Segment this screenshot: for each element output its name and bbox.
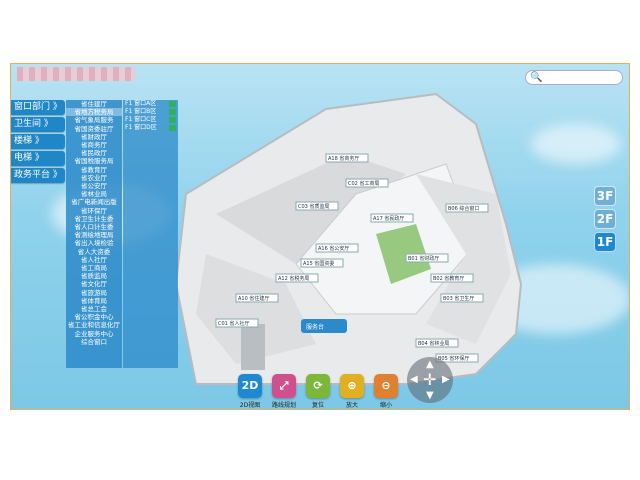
stairwell xyxy=(241,324,265,370)
room-label: A12 省税务局 xyxy=(278,275,309,282)
room-label: C01 省人社厅 xyxy=(218,320,249,327)
menu-item-restrooms[interactable]: 卫生间 》 xyxy=(11,117,65,132)
status-badge xyxy=(169,125,176,131)
department-item[interactable]: 省总工会 xyxy=(66,305,122,313)
department-item[interactable]: 省公安厅 xyxy=(66,182,122,190)
department-item[interactable]: 省民政厅 xyxy=(66,149,122,157)
view-2d-icon: 2D xyxy=(238,374,262,398)
window-item[interactable]: F1 窗口C区 xyxy=(123,116,178,124)
reset-button[interactable]: ⟳ 复位 xyxy=(301,374,335,409)
department-item[interactable]: 省环保厅 xyxy=(66,207,122,215)
move-icon: ✛ xyxy=(423,370,437,389)
window-list: F1 窗口A区 F1 窗口B区 F1 窗口C区 F1 窗口D区 xyxy=(123,100,178,368)
room-label: A10 省住建厅 xyxy=(238,295,269,302)
tool-label: 放大 xyxy=(345,402,358,409)
background-cloud xyxy=(531,124,621,164)
department-item[interactable]: 省林业局 xyxy=(66,190,122,198)
window-item-label: F1 窗口D区 xyxy=(125,124,157,131)
department-item[interactable]: 省气象局服务 xyxy=(66,116,122,124)
department-item[interactable]: 省商务厅 xyxy=(66,141,122,149)
pan-control[interactable]: ▲ ▼ ◀ ▶ ✛ xyxy=(407,357,453,403)
department-item[interactable]: 省工商局 xyxy=(66,264,122,272)
department-item[interactable]: 省卫生计生委 xyxy=(66,215,122,223)
room-label: C02 省工商局 xyxy=(348,180,379,187)
department-item[interactable]: 省文化厅 xyxy=(66,280,122,288)
department-item[interactable]: 省住建厅 xyxy=(66,100,122,108)
room-label: B06 综合窗口 xyxy=(448,205,479,212)
search-icon: 🔍 xyxy=(530,72,543,83)
department-item[interactable]: 省广电新闻出版 xyxy=(66,198,122,206)
room-label: A15 省国资委 xyxy=(303,260,334,267)
department-item[interactable]: 省财政厅 xyxy=(66,133,122,141)
department-item[interactable]: 省教育厅 xyxy=(66,166,122,174)
room-label: A18 省商务厅 xyxy=(328,155,359,162)
department-item[interactable]: 省地方税务局 xyxy=(66,108,122,117)
category-menu: 窗口部门 》 卫生间 》 楼梯 》 电梯 》 政务平台 》 xyxy=(11,100,65,185)
department-item[interactable]: 省人社厅 xyxy=(66,256,122,264)
department-item[interactable]: 省国资委驻厅 xyxy=(66,125,122,133)
department-item[interactable]: 省人大资委 xyxy=(66,248,122,256)
route-icon: ⤢ xyxy=(272,374,296,398)
room-label: B02 省教育厅 xyxy=(433,275,464,282)
room-label: B04 省林业局 xyxy=(418,340,449,347)
arrow-left-icon[interactable]: ◀ xyxy=(410,374,418,385)
department-item[interactable]: 省体育局 xyxy=(66,297,122,305)
window-item[interactable]: F1 窗口B区 xyxy=(123,108,178,116)
zoom-out-button[interactable]: ⊖ 缩小 xyxy=(369,374,403,409)
department-item[interactable]: 省国税服务局 xyxy=(66,157,122,165)
arrow-down-icon[interactable]: ▼ xyxy=(426,390,434,401)
window-item-label: F1 窗口C区 xyxy=(125,116,157,123)
status-badge xyxy=(169,109,176,115)
window-item-label: F1 窗口B区 xyxy=(125,108,157,115)
floor-map[interactable]: 服务台 A10 省住建厅 A12 省税务局 A15 省国资委 A16 省公安厅 … xyxy=(176,84,531,404)
arrow-right-icon[interactable]: ▶ xyxy=(442,374,450,385)
arrow-up-icon[interactable]: ▲ xyxy=(426,359,434,370)
tool-label: 复位 xyxy=(311,402,324,409)
service-desk-label: 服务台 xyxy=(306,323,324,331)
menu-item-elevators[interactable]: 电梯 》 xyxy=(11,151,65,166)
status-badge xyxy=(169,101,176,107)
room-label: B01 省财政厅 xyxy=(408,255,439,262)
floor-button-2f[interactable]: 2F xyxy=(594,209,616,229)
department-item[interactable]: 省人口计生委 xyxy=(66,223,122,231)
department-item[interactable]: 省出入境检验 xyxy=(66,239,122,247)
zoom-out-icon: ⊖ xyxy=(374,374,398,398)
department-item[interactable]: 省工业和信息化厅 xyxy=(66,321,122,329)
view-2d-button[interactable]: 2D 2D视图 xyxy=(233,374,267,409)
room-label: A16 省公安厅 xyxy=(318,245,349,252)
window-item[interactable]: F1 窗口A区 xyxy=(123,100,178,108)
window-item[interactable]: F1 窗口D区 xyxy=(123,124,178,132)
department-item[interactable]: 省旅游局 xyxy=(66,289,122,297)
menu-item-platform[interactable]: 政务平台 》 xyxy=(11,168,65,183)
route-button[interactable]: ⤢ 路线规划 xyxy=(267,374,301,409)
app-title-blurred xyxy=(17,67,135,81)
menu-item-windows[interactable]: 窗口部门 》 xyxy=(11,100,65,115)
room-label: B03 省卫生厅 xyxy=(443,295,474,302)
zoom-in-button[interactable]: ⊕ 放大 xyxy=(335,374,369,409)
reset-icon: ⟳ xyxy=(306,374,330,398)
tool-label: 缩小 xyxy=(379,402,392,409)
tool-label: 路线规划 xyxy=(271,402,296,409)
menu-item-stairs[interactable]: 楼梯 》 xyxy=(11,134,65,149)
search-input[interactable]: 🔍 xyxy=(525,70,623,85)
department-item[interactable]: 综合窗口 xyxy=(66,338,122,346)
floor-button-3f[interactable]: 3F xyxy=(594,186,616,206)
department-item[interactable]: 省公积金中心 xyxy=(66,313,122,321)
department-list: 省住建厅 省地方税务局 省气象局服务 省国资委驻厅 省财政厅 省商务厅 省民政厅… xyxy=(66,100,122,368)
department-item[interactable]: 省质监局 xyxy=(66,272,122,280)
department-item[interactable]: 企业服务中心 xyxy=(66,330,122,338)
window-item-label: F1 窗口A区 xyxy=(125,100,157,107)
room-label: C03 省质监局 xyxy=(298,203,329,210)
department-item[interactable]: 省农业厅 xyxy=(66,174,122,182)
status-badge xyxy=(169,117,176,123)
department-item[interactable]: 省测绘地理局 xyxy=(66,231,122,239)
room-label: A17 省民政厅 xyxy=(373,215,404,222)
floor-button-1f[interactable]: 1F xyxy=(594,232,616,252)
tool-label: 2D视图 xyxy=(239,402,261,409)
zoom-in-icon: ⊕ xyxy=(340,374,364,398)
app-viewport: 🔍 服务台 A10 省住建厅 A12 省税务局 A15 省国资委 A16 省公安… xyxy=(10,63,630,410)
